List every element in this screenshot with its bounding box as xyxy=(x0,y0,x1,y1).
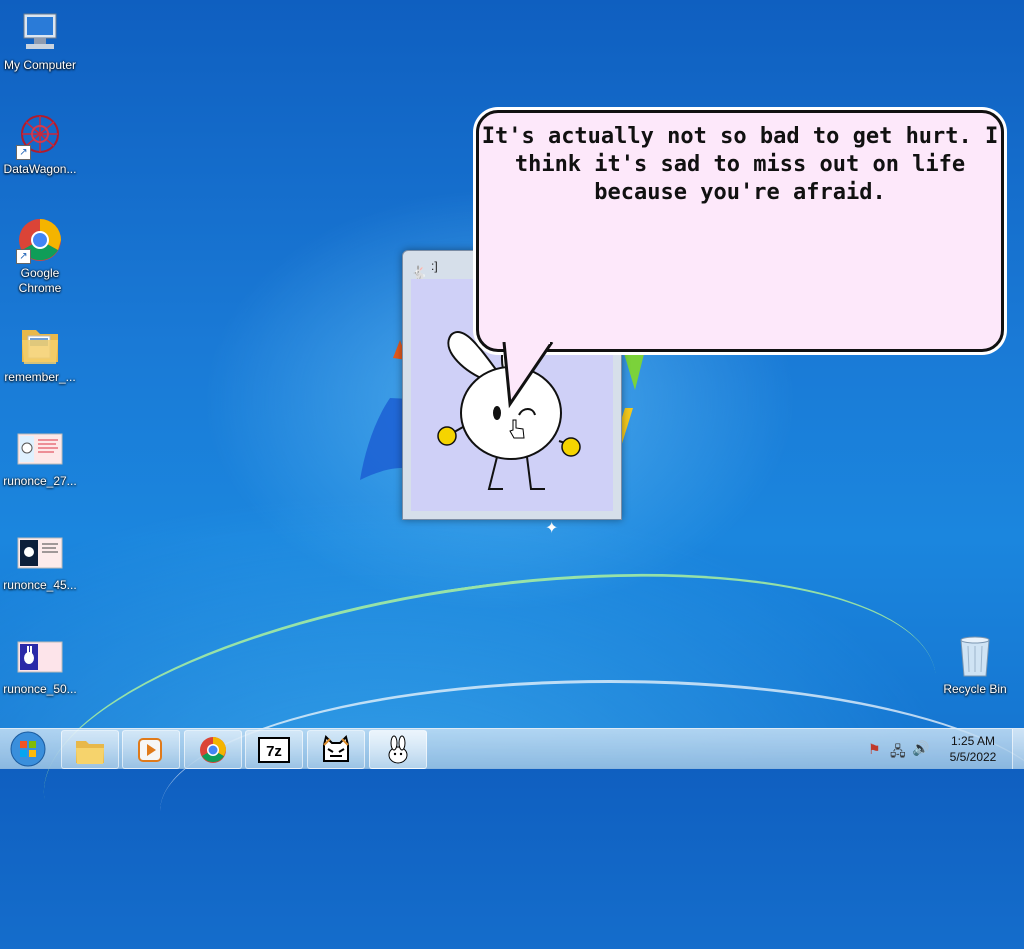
start-button[interactable] xyxy=(4,730,52,768)
desktop-icon-my-computer[interactable]: My Computer xyxy=(0,8,80,73)
desktop-icon-label: DataWagon... xyxy=(3,162,77,176)
windows-start-icon xyxy=(10,731,46,767)
desktop-icon-recycle-bin[interactable]: Recycle Bin xyxy=(935,632,1015,697)
image-file-icon xyxy=(16,632,64,680)
computer-icon xyxy=(16,8,64,56)
cat-icon xyxy=(323,735,349,762)
bunny-icon xyxy=(388,735,408,764)
speech-bubble-text: It's actually not so bad to get hurt. I … xyxy=(481,124,999,205)
speech-bubble-tail xyxy=(502,342,554,409)
chrome-icon xyxy=(200,737,226,763)
taskbar-google-chrome[interactable] xyxy=(184,730,242,769)
desktop-icon-runonce-50[interactable]: runonce_50... xyxy=(0,632,80,697)
desktop-icon-datawagon[interactable]: ↗ DataWagon... xyxy=(0,112,80,177)
shortcut-arrow-icon: ↗ xyxy=(16,145,31,160)
speech-bubble: It's actually not so bad to get hurt. I … xyxy=(476,110,1004,352)
taskbar-7zip-text: 7z xyxy=(266,743,282,760)
clock-time: 1:25 AM xyxy=(950,734,996,748)
taskbar-media-player[interactable] xyxy=(122,730,180,769)
desktop-icon-remember-folder[interactable]: remember_... xyxy=(0,320,80,385)
desktop-icon-label: Google Chrome xyxy=(18,266,62,295)
clock-date: 5/5/2022 xyxy=(949,750,997,764)
desktop-icon-runonce-27[interactable]: runonce_27... xyxy=(0,424,80,489)
wallpaper-swoosh-2 xyxy=(160,680,1024,943)
media-player-icon xyxy=(138,738,162,762)
desktop-icon-label: Recycle Bin xyxy=(943,682,1007,696)
taskbar-bunny-app[interactable] xyxy=(369,730,427,769)
recycle-bin-icon xyxy=(951,632,999,680)
desktop-icon-label: My Computer xyxy=(3,58,77,72)
hand-cursor-icon xyxy=(509,419,525,439)
window-title: :] xyxy=(431,259,438,273)
action-center-flag-icon[interactable]: ⚑ xyxy=(868,741,881,758)
folder-icon xyxy=(16,320,64,368)
desktop-icon-label: runonce_27... xyxy=(3,474,77,488)
datawagon-icon: ↗ xyxy=(16,112,64,160)
taskbar: 7z ⚑ 🖧 🔊 1:25 AM 5/5/2022 xyxy=(0,728,1024,769)
shortcut-arrow-icon: ↗ xyxy=(16,249,31,264)
folder-icon xyxy=(76,741,104,764)
7zip-icon: 7z xyxy=(258,737,290,763)
taskbar-clock[interactable]: 1:25 AM 5/5/2022 xyxy=(940,733,1006,765)
sparkle-icon: ✦ xyxy=(545,520,559,537)
system-tray: ⚑ 🖧 🔊 xyxy=(864,729,934,769)
volume-icon[interactable]: 🔊 xyxy=(912,740,929,757)
chrome-icon: ↗ xyxy=(16,216,64,264)
desktop-icon-runonce-45[interactable]: runonce_45... xyxy=(0,528,80,593)
image-file-icon xyxy=(16,424,64,472)
taskbar-7zip[interactable]: 7z xyxy=(245,730,303,769)
show-desktop-button[interactable] xyxy=(1012,729,1024,769)
taskbar-cat-app[interactable] xyxy=(307,730,365,769)
desktop-icon-label: runonce_45... xyxy=(3,578,77,592)
desktop-icon-label: remember_... xyxy=(4,370,76,384)
desktop-icon-label: runonce_50... xyxy=(3,682,77,696)
taskbar-windows-explorer[interactable] xyxy=(61,730,119,769)
desktop-icon-google-chrome[interactable]: ↗ Google Chrome xyxy=(0,216,80,296)
image-file-icon xyxy=(16,528,64,576)
network-icon[interactable]: 🖧 xyxy=(890,741,906,765)
